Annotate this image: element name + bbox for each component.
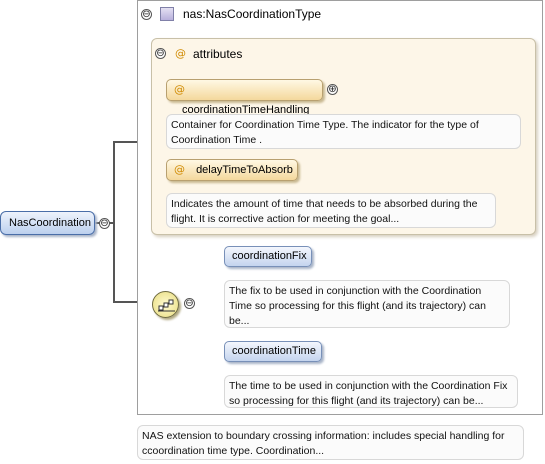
element-coordination-fix[interactable]: coordinationFix [224,246,312,267]
element-documentation: The fix to be used in conjunction with t… [224,280,510,328]
attribute-marker-icon: @ [174,83,185,96]
expand-icon[interactable]: ⊕ [327,84,338,95]
collapse-icon[interactable]: ⊖ [155,48,166,59]
collapse-icon[interactable]: ⊖ [141,9,152,20]
attributes-title: attributes [193,47,243,61]
attribute-name: delayTimeToAbsorb [196,164,293,176]
sequence-glyph [158,299,175,312]
attribute-delay-time-to-absorb[interactable]: @ delayTimeToAbsorb [166,159,298,181]
collapse-icon[interactable]: ⊖ [99,218,110,229]
root-element[interactable]: NasCoordination [0,211,95,235]
sequence-icon[interactable] [152,291,179,318]
element-coordination-time[interactable]: coordinationTime [224,341,322,362]
attribute-marker-icon: @ [175,47,186,60]
connector-line [113,141,115,302]
complex-type-icon [160,7,174,21]
attribute-marker-icon: @ [174,163,185,176]
element-documentation: The time to be used in conjunction with … [224,375,518,408]
root-element-documentation: NAS extension to boundary crossing infor… [137,425,524,460]
attribute-documentation: Indicates the amount of time that needs … [166,193,496,228]
complex-type-name: nas:NasCoordinationType [183,7,322,21]
attribute-coordination-time-handling[interactable]: @ coordinationTimeHandling [166,79,323,116]
attribute-documentation: Container for Coordination Time Type. Th… [166,114,521,149]
collapse-icon[interactable]: ⊖ [184,298,195,309]
